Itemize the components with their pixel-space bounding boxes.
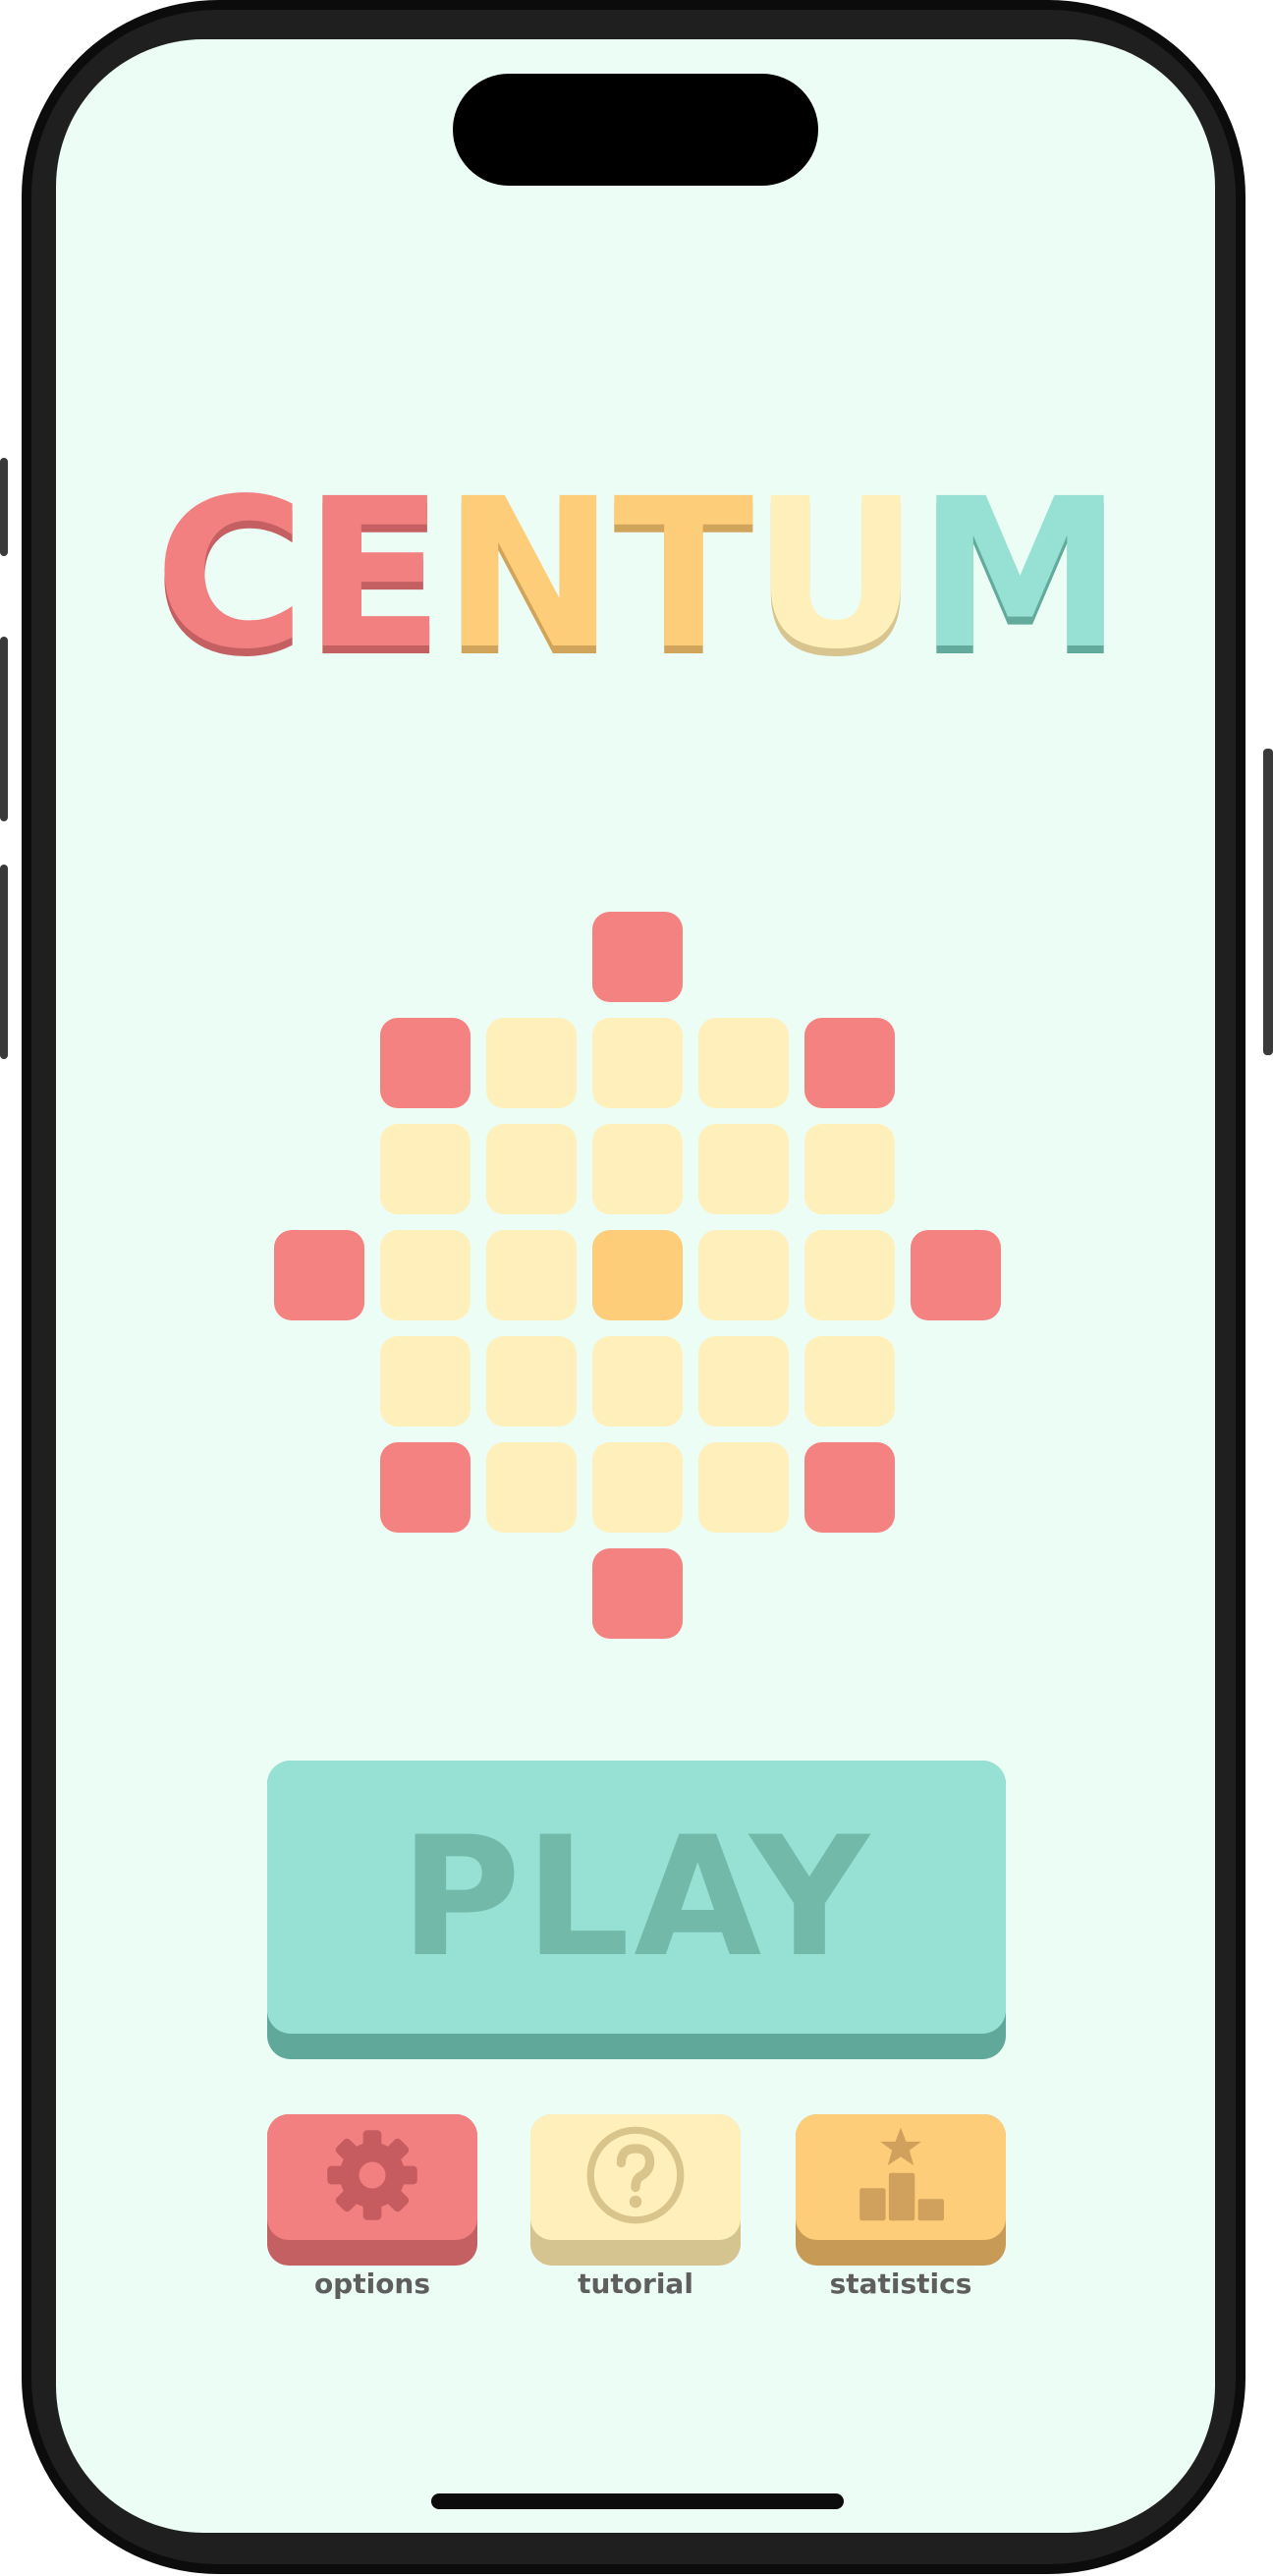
board-edge-tile [804,1442,895,1533]
board-cell-tile [804,1336,895,1427]
board-cell-tile [380,1336,470,1427]
statistics-label: statistics [829,2268,972,2300]
board-cell-tile [592,1018,683,1108]
board-cell-tile [486,1018,577,1108]
board-cell-tile [698,1124,789,1214]
tutorial-label: tutorial [578,2268,693,2300]
options-label: options [313,2268,431,2300]
board-cell-tile [698,1230,789,1320]
board-edge-tile [380,1442,470,1533]
board-cell-tile [804,1124,895,1214]
action-button [0,458,8,556]
play-button-label: PLAY [400,1801,873,1993]
board-cell-tile [486,1230,577,1320]
options-button[interactable] [267,2114,477,2240]
board-cell-tile [698,1442,789,1533]
board-cell-tile [486,1442,577,1533]
board-cell-tile [486,1336,577,1427]
board-cell-tile [804,1230,895,1320]
board-cell-tile [592,1124,683,1214]
home-indicator [431,2493,844,2509]
gear-icon [321,2124,423,2230]
volume-down-button [0,865,8,1059]
board-cell-tile [698,1018,789,1108]
statistics-button[interactable] [796,2114,1006,2240]
play-button[interactable]: PLAY [267,1761,1006,2034]
board-edge-tile [804,1018,895,1108]
board-edge-tile [592,912,683,1002]
board-cell-tile [380,1230,470,1320]
volume-up-button [0,637,8,821]
board-edge-tile [274,1230,364,1320]
board-cell-tile [698,1336,789,1427]
screen: CENTUM PLAY options tutorial statistics [56,39,1215,2533]
board-cell-tile [592,1442,683,1533]
board-cell-tile [486,1124,577,1214]
board-highlight-tile [592,1230,683,1320]
board-edge-tile [592,1548,683,1639]
board-edge-tile [380,1018,470,1108]
board-cell-tile [592,1336,683,1427]
board-cell-tile [380,1124,470,1214]
tutorial-button[interactable] [530,2114,741,2240]
board-edge-tile [911,1230,1001,1320]
podium-star-icon [847,2121,955,2233]
question-circle-icon [584,2124,687,2230]
power-button [1263,749,1273,1055]
